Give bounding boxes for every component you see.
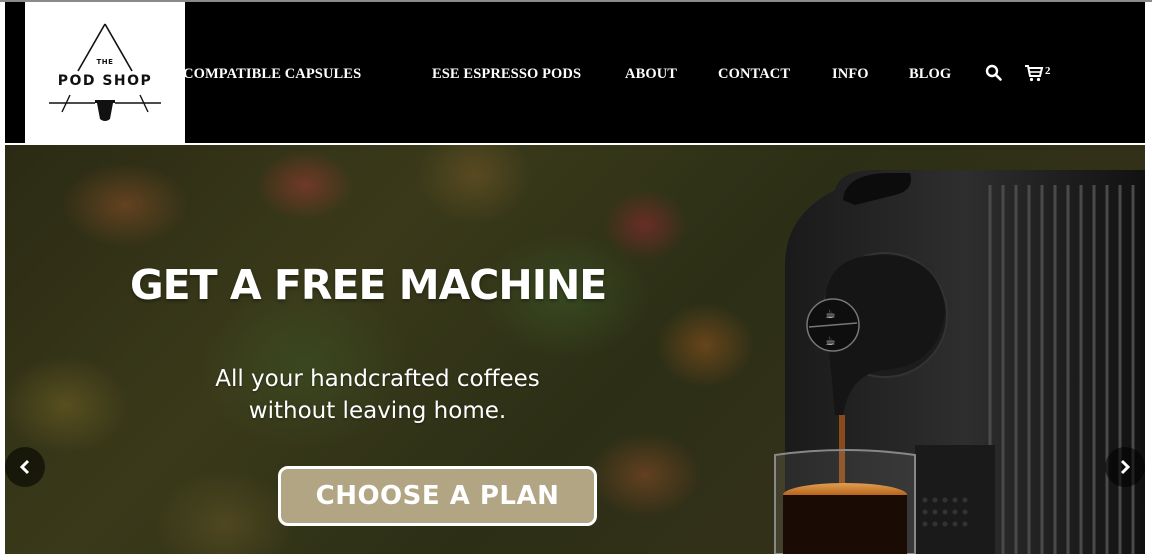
slider-prev-button[interactable] [5,447,45,487]
logo-text-pod-shop: POD SHOP [57,73,153,89]
slider-next-button[interactable] [1105,447,1145,487]
nav-contact[interactable]: CONTACT [718,66,790,83]
chevron-right-icon [1120,459,1131,475]
coffee-machine-image: ☕ ☕ [774,170,1145,554]
nav-info[interactable]: INFO [832,66,869,83]
svg-text:☕: ☕ [825,334,836,348]
cart-count-badge: 2 [1045,65,1051,77]
cart-button[interactable]: 2 [1024,63,1051,83]
cart-icon [1024,65,1044,87]
choose-a-plan-button[interactable]: CHOOSE A PLAN [278,466,597,526]
site-header: O® COMPATIBLE CAPSULES ESE ESPRESSO PODS… [5,2,1145,143]
nav-blog[interactable]: BLOG [909,66,951,83]
hero-subtitle-line-1: All your handcrafted coffees [215,366,540,392]
search-icon[interactable] [985,64,1003,82]
hero-title: GET A FREE MACHINE [130,261,607,309]
site-logo[interactable]: THE POD SHOP [25,2,185,143]
hero-subtitle: All your handcrafted coffees without lea… [125,363,630,427]
nav-about[interactable]: ABOUT [625,66,677,83]
hero-slider: ☕ ☕ GET A FREE MACHINE All your handcraf… [5,145,1145,554]
svg-text:☕: ☕ [825,307,836,321]
hero-subtitle-line-2: without leaving home. [248,398,507,424]
chevron-left-icon [19,459,30,475]
nav-ese-espresso-pods[interactable]: ESE ESPRESSO PODS [432,66,581,83]
nav-compatible-capsules[interactable]: O® COMPATIBLE CAPSULES [157,66,361,83]
logo-text-the: THE [96,58,114,66]
